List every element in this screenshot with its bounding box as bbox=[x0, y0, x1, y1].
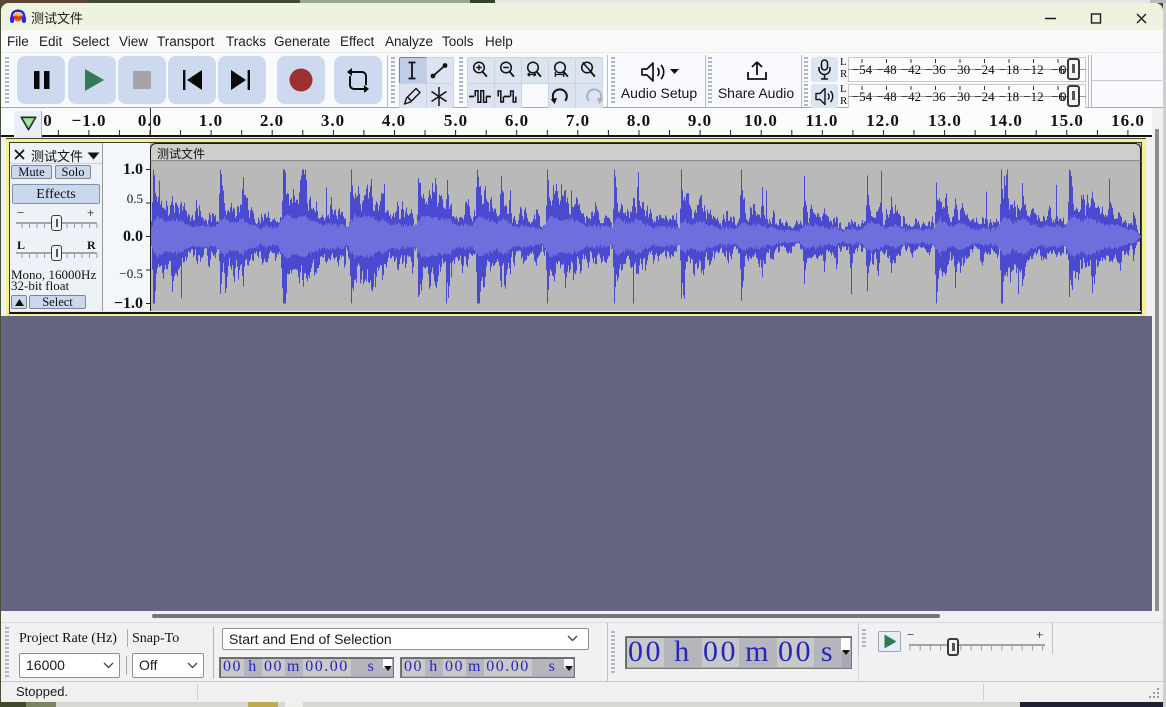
svg-text:−36: −36 bbox=[925, 62, 946, 77]
svg-text:−42: −42 bbox=[901, 62, 921, 77]
svg-text:−30: −30 bbox=[950, 62, 970, 77]
svg-text:−30: −30 bbox=[950, 89, 970, 104]
svg-text:−12: −12 bbox=[1023, 89, 1043, 104]
svg-text:−48: −48 bbox=[876, 62, 896, 77]
svg-text:−24: −24 bbox=[974, 89, 995, 104]
svg-text:−36: −36 bbox=[925, 89, 946, 104]
svg-text:−24: −24 bbox=[974, 62, 995, 77]
svg-text:−12: −12 bbox=[1023, 62, 1043, 77]
svg-text:−18: −18 bbox=[999, 89, 1019, 104]
svg-text:−18: −18 bbox=[999, 62, 1019, 77]
svg-text:−54: −54 bbox=[852, 62, 873, 77]
svg-text:−54: −54 bbox=[852, 89, 873, 104]
svg-text:−42: −42 bbox=[901, 89, 921, 104]
svg-text:−48: −48 bbox=[876, 89, 896, 104]
